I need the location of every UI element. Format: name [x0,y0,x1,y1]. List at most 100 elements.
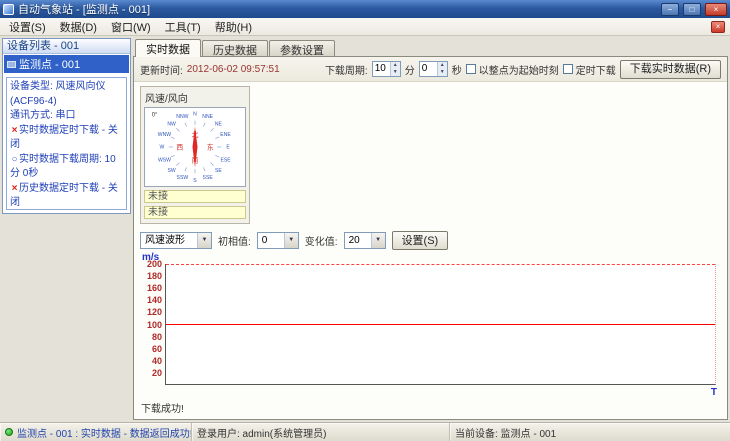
period-mark-icon: ○ [11,153,18,165]
compass-direction-label: N [193,112,197,118]
compass-direction-label: SW [168,168,176,174]
timed-download-label: 定时下载 [575,65,616,77]
phase-select[interactable]: 0 ▼ [256,232,299,249]
y-tick-label: 180 [146,271,162,282]
compass-tick [215,136,220,139]
wave-type-select[interactable]: 风速波形 ▼ [140,232,212,249]
seconds-unit-label: 秒 [451,65,462,77]
chart-plot: T [165,264,717,398]
compass-direction-label: NW [167,121,176,127]
y-tick-label: 80 [151,331,162,342]
minutes-value: 10 [374,63,386,74]
compass-tick [184,122,187,127]
download-realtime-button[interactable]: 下载实时数据(R) [619,59,721,79]
device-list-item[interactable]: 监测点 - 001 [4,55,129,73]
status-current-device-text: 当前设备: 监测点 - 001 [455,428,557,440]
y-tick-label: 40 [151,355,162,366]
compass-direction-label: SSE [203,175,214,181]
update-time-label: 更新时间: [140,65,183,77]
device-list-title: 设备列表 - 001 [3,39,130,54]
minimize-icon[interactable]: − [661,2,679,16]
menu-item-settings[interactable]: 设置(S) [2,18,53,36]
status-ok-icon [5,428,13,436]
compass-tick [176,162,180,166]
device-type-line: 设备类型: 风速风向仪 (ACF96-4) [10,81,106,107]
tab-realtime-data[interactable]: 实时数据 [135,39,201,57]
status-device-text: 监测点 - 001 : 实时数据 - 数据返回成功! [17,428,192,440]
compass-tick [210,128,214,132]
compass-tick [176,128,180,132]
wind-speed-chart: m/s 20 40 60 80 100 120 140 160 180 200 T [140,252,721,398]
compass-direction-label: E [226,145,230,151]
realtime-period-line: ○实时数据下载周期: 10分 0秒 [10,153,116,180]
set-button[interactable]: 设置(S) [391,231,449,250]
status-login-panel: 登录用户: admin(系统管理员) [192,423,450,441]
seconds-stepper[interactable]: 0 ▲ ▼ [418,61,448,77]
wind-direction-field: 未接 [144,206,246,219]
download-period-label: 下载周期: [324,65,368,77]
compass-cn-label: 东 [207,143,214,152]
timed-download-checkbox-row[interactable]: 定时下载 [562,62,616,77]
compass-tick [184,167,187,172]
device-icon [7,60,16,68]
compass-degree-readout: 0° [152,112,158,118]
menu-item-tools[interactable]: 工具(T) [158,18,208,36]
compass-tick [203,167,206,172]
main-area: 实时数据 历史数据 参数设置 更新时间: 2012-06-02 09:57:51… [133,38,728,420]
workspace: 设备列表 - 001 监测点 - 001 设备类型: 风速风向仪 (ACF96-… [0,36,730,422]
close-icon[interactable]: × [705,2,727,16]
compass-direction-label: SSW [177,175,189,181]
menu-item-data[interactable]: 数据(D) [53,18,104,36]
chevron-down-icon[interactable]: ▼ [197,233,211,248]
compass-cn-label: 西 [176,144,183,152]
minutes-unit-label: 分 [404,65,415,77]
comm-mode-line: 通讯方式: 串口 [10,110,76,121]
status-bar: 监测点 - 001 : 实时数据 - 数据返回成功! 登录用户: admin(系… [0,422,730,441]
y-tick-label: 100 [146,319,162,330]
x-axis-label: T [710,387,717,398]
sidebar: 设备列表 - 001 监测点 - 001 设备类型: 风速风向仪 (ACF96-… [2,38,131,420]
spin-up-icon[interactable]: ▲ [391,62,400,69]
compass-center-dot [193,145,197,149]
toolbar: 更新时间: 2012-06-02 09:57:51 下载周期: 10 ▲ ▼ 分… [134,57,727,82]
device-info-box: 设备类型: 风速风向仪 (ACF96-4) 通讯方式: 串口 × 实时数据定时下载… [6,77,127,210]
chevron-down-icon[interactable]: ▼ [283,233,298,248]
menu-bar: 设置(S) 数据(D) 窗口(W) 工具(T) 帮助(H) × [0,18,730,36]
tab-body: 风速/风向 N NNE NE ENE E ESE SE SSE S SSW SW WSW W WNW NW N… [134,82,727,419]
compass-direction-label: ENE [220,132,231,138]
tab-history-data[interactable]: 历史数据 [202,40,268,57]
compass-tick [170,155,175,158]
wind-panel-title: 风速/风向 [145,94,188,105]
spin-down-icon[interactable]: ▼ [438,69,447,76]
compass-direction-label: ESE [220,157,231,163]
maximize-icon[interactable]: □ [683,2,701,16]
wave-type-value: 风速波形 [145,235,185,246]
timed-download-checkbox[interactable] [562,64,573,74]
align-start-checkbox[interactable] [465,64,476,74]
mdi-close-icon[interactable]: × [711,20,725,33]
align-start-label: 以整点为起始时刻 [478,65,559,77]
reference-line [166,264,715,265]
status-current-device-panel: 当前设备: 监测点 - 001 [450,423,730,441]
history-timer-line: × 历史数据定时下载 - 关闭 [10,182,118,209]
wind-compass-svg: NNNENEENEEESESESSESSSWSWWSWWWNWNWNNW北南东西… [152,112,232,184]
menu-item-window[interactable]: 窗口(W) [104,18,158,36]
menu-item-help[interactable]: 帮助(H) [208,18,259,36]
delta-select[interactable]: 20 ▼ [343,232,386,249]
chart-y-axis: m/s 20 40 60 80 100 120 140 160 180 200 [140,252,165,385]
realtime-tab-page: 更新时间: 2012-06-02 09:57:51 下载周期: 10 ▲ ▼ 分… [133,56,728,420]
minutes-stepper[interactable]: 10 ▲ ▼ [371,61,401,77]
phase-label: 初相值: [218,237,251,248]
spin-up-icon[interactable]: ▲ [438,62,447,69]
chevron-down-icon[interactable]: ▼ [370,233,385,248]
y-tick-label: 120 [146,307,162,318]
compass-direction-label: S [193,178,197,184]
align-start-checkbox-row[interactable]: 以整点为起始时刻 [465,62,559,77]
realtime-timer-line: × 实时数据定时下载 - 关闭 [10,124,118,151]
y-tick-label: 140 [146,295,162,306]
compass-direction-label: NE [215,121,223,127]
device-item-label: 监测点 - 001 [19,59,81,71]
tab-parameter-settings[interactable]: 参数设置 [269,40,335,57]
spin-down-icon[interactable]: ▼ [391,69,400,76]
delta-label: 变化值: [304,237,338,248]
